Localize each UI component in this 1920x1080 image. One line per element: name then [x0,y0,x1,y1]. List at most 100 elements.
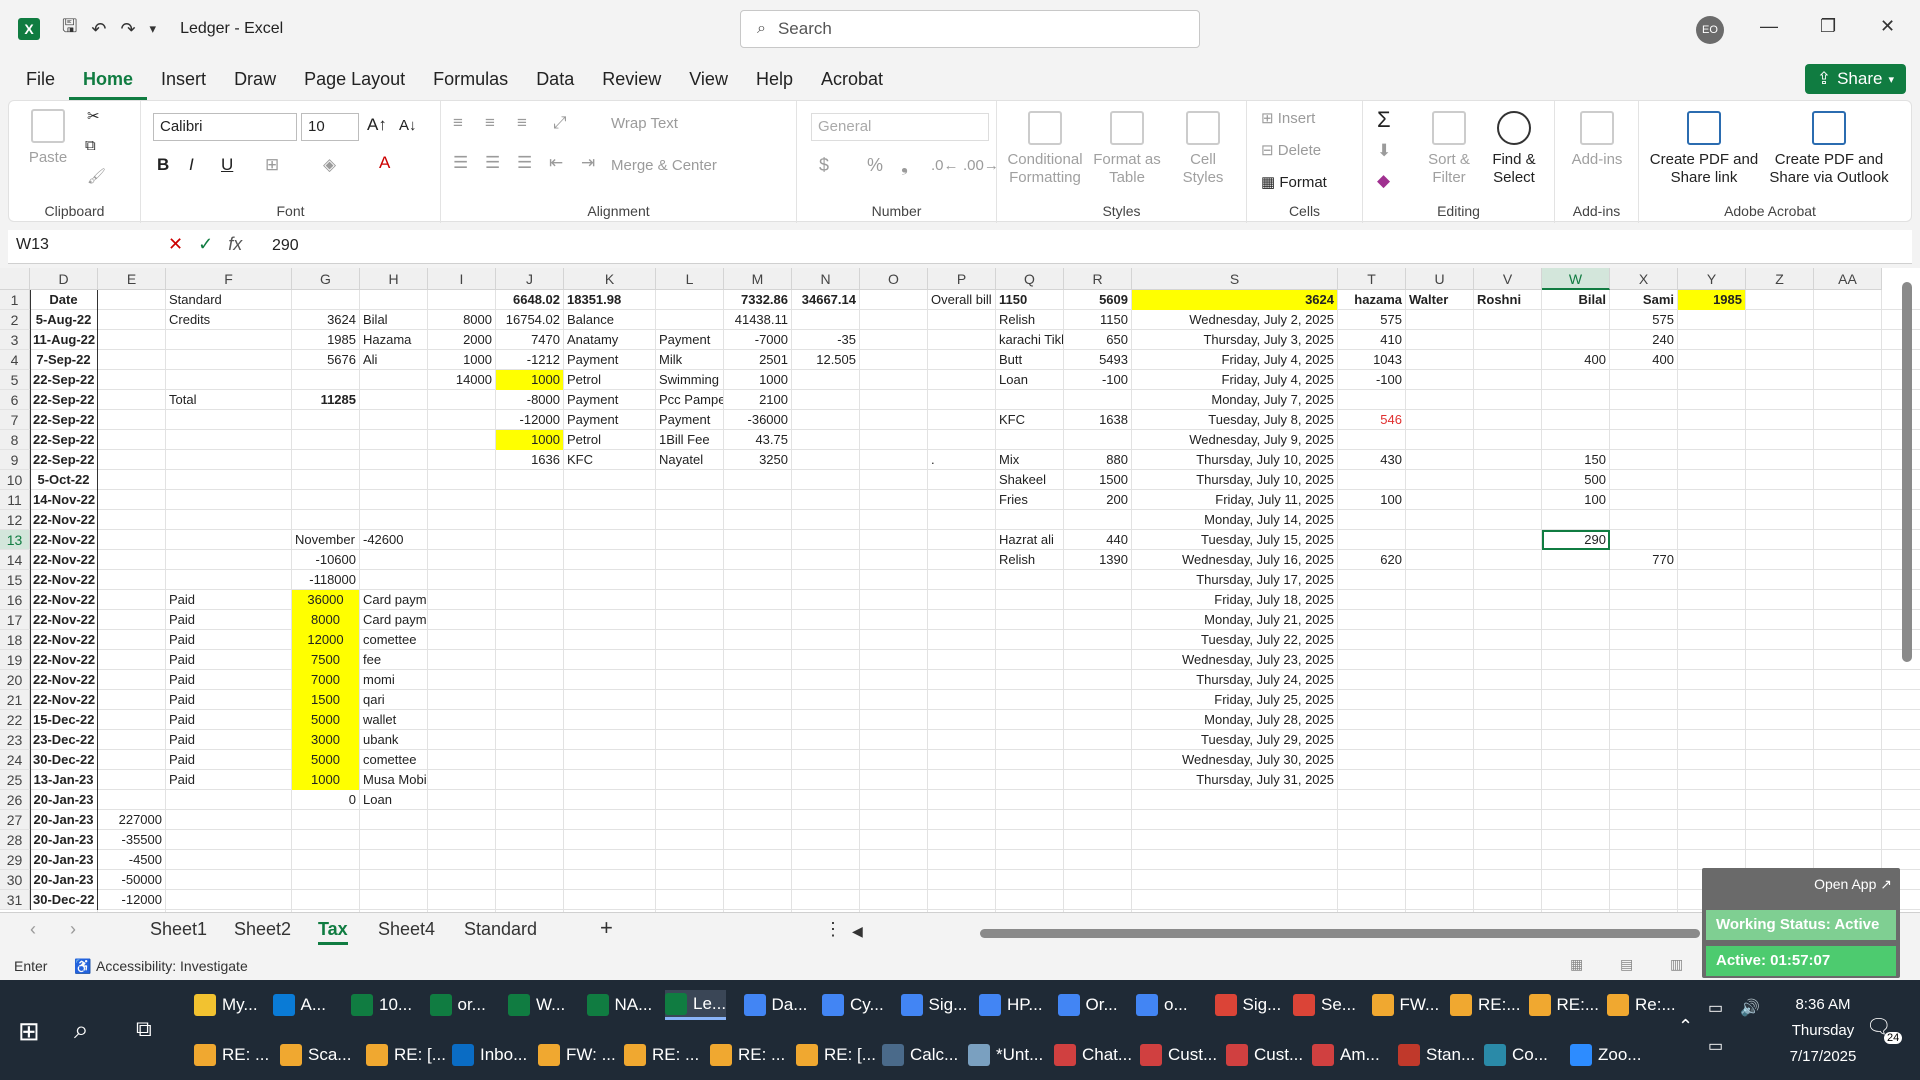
restore-icon[interactable]: ❐ [1820,16,1836,37]
column-header-S[interactable]: S [1132,268,1338,290]
taskbar-app-bottom-13[interactable]: Am... [1312,1040,1380,1070]
column-header-H[interactable]: H [360,268,428,290]
cell-L7[interactable]: Payment [656,410,723,430]
increase-indent-icon[interactable]: ⇥ [581,153,595,173]
cell-E30[interactable]: -50000 [98,870,165,890]
taskbar-app-top-1[interactable]: A... [272,990,326,1020]
cell-S11[interactable]: Friday, July 11, 2025 [1132,490,1337,510]
row-header-17[interactable]: 17 [0,610,30,630]
cell-D21[interactable]: 22-Nov-22 [30,690,97,710]
cell-K6[interactable]: Payment [564,390,655,410]
cell-S15[interactable]: Thursday, July 17, 2025 [1132,570,1337,590]
cell-H20[interactable]: momi [360,670,427,690]
sheet-tab-sheet4[interactable]: Sheet4 [378,919,435,940]
cell-D8[interactable]: 22-Sep-22 [30,430,97,450]
cell-M3[interactable]: -7000 [724,330,791,350]
cell-D25[interactable]: 13-Jan-23 [30,770,97,790]
cell-L8[interactable]: 1Bill Fee [656,430,723,450]
cell-D15[interactable]: 22-Nov-22 [30,570,97,590]
cell-G17[interactable]: 8000 [292,610,359,630]
cell-D24[interactable]: 30-Dec-22 [30,750,97,770]
cell-V1[interactable]: Roshni [1474,290,1541,310]
cell-N4[interactable]: 12.505 [792,350,859,370]
cell-X3[interactable]: 240 [1610,330,1677,350]
column-header-P[interactable]: P [928,268,996,290]
row-header-30[interactable]: 30 [0,870,30,890]
page-break-view-icon[interactable]: ▥ [1670,956,1683,973]
cell-E27[interactable]: 227000 [98,810,165,830]
column-header-Z[interactable]: Z [1746,268,1814,290]
row-header-9[interactable]: 9 [0,450,30,470]
cell-Q14[interactable]: Relish [996,550,1063,570]
cell-G18[interactable]: 12000 [292,630,359,650]
share-button[interactable]: ⇪ Share ▾ [1804,64,1906,94]
percent-icon[interactable]: % [867,155,883,176]
cell-R1[interactable]: 5609 [1064,290,1131,310]
taskbar-app-bottom-9[interactable]: *Unt... [968,1040,1043,1070]
cell-J7[interactable]: -12000 [496,410,563,430]
find-select-button[interactable]: Find & Select [1481,111,1547,187]
wrap-text-button[interactable]: Wrap Text [611,115,678,132]
row-header-10[interactable]: 10 [0,470,30,490]
column-header-L[interactable]: L [656,268,724,290]
cell-G6[interactable]: 11285 [292,390,359,410]
add-sheet-button[interactable]: + [600,915,613,941]
cell-D27[interactable]: 20-Jan-23 [30,810,97,830]
cell-D26[interactable]: 20-Jan-23 [30,790,97,810]
taskbar-app-top-11[interactable]: Or... [1057,990,1118,1020]
cell-T11[interactable]: 100 [1338,490,1405,510]
cell-G14[interactable]: -10600 [292,550,359,570]
row-header-31[interactable]: 31 [0,890,30,910]
comma-icon[interactable]: ❟ [901,155,908,176]
cell-R14[interactable]: 1390 [1064,550,1131,570]
row-header-24[interactable]: 24 [0,750,30,770]
sheet-tab-sheet2[interactable]: Sheet2 [234,919,291,940]
cut-icon[interactable]: ✂ [87,107,100,125]
normal-view-icon[interactable]: ▦ [1570,956,1583,973]
sheet-tab-sheet1[interactable]: Sheet1 [150,919,207,940]
taskbar-app-bottom-11[interactable]: Cust... [1140,1040,1217,1070]
cell-T14[interactable]: 620 [1338,550,1405,570]
column-header-V[interactable]: V [1474,268,1542,290]
cell-Q4[interactable]: Butt [996,350,1063,370]
tab-file[interactable]: File [12,58,69,100]
cell-R7[interactable]: 1638 [1064,410,1131,430]
row-header-23[interactable]: 23 [0,730,30,750]
clear-icon[interactable]: ◆ [1377,171,1390,191]
number-format-select[interactable]: General [811,113,989,141]
column-header-W[interactable]: W [1542,268,1610,290]
cell-H16[interactable]: Card payment [360,590,427,610]
cell-Q9[interactable]: Mix [996,450,1063,470]
cell-H3[interactable]: Hazama [360,330,427,350]
cell-S23[interactable]: Tuesday, July 29, 2025 [1132,730,1337,750]
row-header-12[interactable]: 12 [0,510,30,530]
taskbar-app-top-5[interactable]: NA... [586,990,652,1020]
cell-W1[interactable]: Bilal [1542,290,1609,310]
cell-D13[interactable]: 22-Nov-22 [30,530,97,550]
cell-R3[interactable]: 650 [1064,330,1131,350]
taskbar-app-top-7[interactable]: Da... [743,990,807,1020]
cell-S22[interactable]: Monday, July 28, 2025 [1132,710,1337,730]
cell-J3[interactable]: 7470 [496,330,563,350]
conditional-formatting-button[interactable]: Conditional Formatting [1007,111,1083,187]
fill-icon[interactable]: ⬇ [1377,141,1391,161]
taskbar-app-top-16[interactable]: RE:... [1450,990,1521,1020]
align-right-icon[interactable]: ☰ [517,153,532,173]
column-header-U[interactable]: U [1406,268,1474,290]
cell-G15[interactable]: -118000 [292,570,359,590]
row-header-7[interactable]: 7 [0,410,30,430]
cell-X2[interactable]: 575 [1610,310,1677,330]
align-left-icon[interactable]: ☰ [453,153,468,173]
delete-cells-button[interactable]: ⊟ Delete [1261,141,1321,159]
cell-S5[interactable]: Friday, July 4, 2025 [1132,370,1337,390]
taskbar-app-bottom-4[interactable]: FW: ... [538,1040,616,1070]
addins-button[interactable]: Add-ins [1565,111,1629,169]
column-header-Q[interactable]: Q [996,268,1064,290]
cell-K1[interactable]: 18351.98 [564,290,655,310]
cell-D10[interactable]: 5-Oct-22 [30,470,97,490]
save-icon[interactable]: 🖫 [62,14,77,44]
cell-W9[interactable]: 150 [1542,450,1609,470]
cell-L4[interactable]: Milk [656,350,723,370]
cell-H26[interactable]: Loan [360,790,427,810]
cell-L5[interactable]: Swimming [656,370,723,390]
